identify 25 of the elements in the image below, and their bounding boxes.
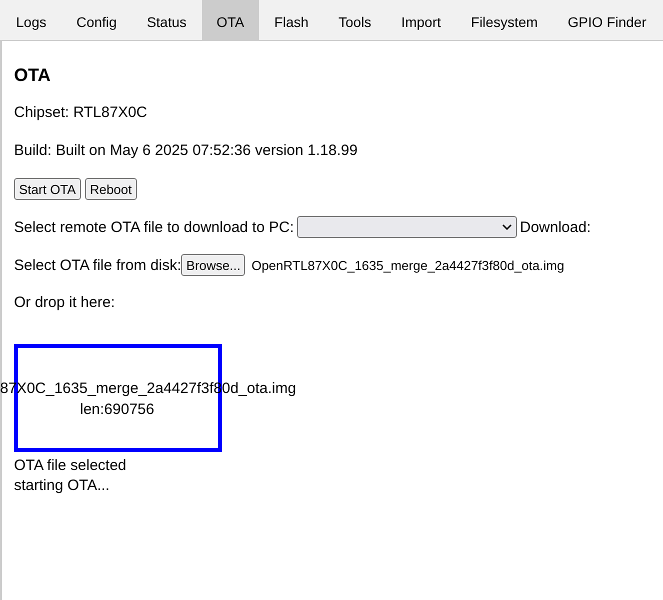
status-line: OTA file selected <box>14 456 128 476</box>
tab[interactable]: Tools <box>324 0 386 40</box>
tab[interactable]: OTA <box>202 0 260 40</box>
drop-file-length: len:690756 <box>80 400 154 420</box>
drop-label: Or drop it here: <box>14 293 116 313</box>
tab[interactable]: Logs <box>1 0 62 40</box>
remote-file-label: Select remote OTA file to download to PC: <box>14 218 294 236</box>
reboot-button[interactable]: Reboot <box>84 178 137 200</box>
page-heading: OTA <box>14 65 52 86</box>
remote-file-dropdown[interactable] <box>296 216 517 238</box>
tab[interactable]: Filesystem <box>456 0 553 40</box>
tab[interactable]: Status <box>132 0 202 40</box>
chipset-text: Chipset: RTL87X0C <box>14 103 148 123</box>
start-ota-button[interactable]: Start OTA <box>14 178 81 200</box>
download-label: Download: <box>520 218 591 236</box>
chevron-down-icon <box>502 224 512 230</box>
build-text: Build: Built on May 6 2025 07:52:36 version 1.18.99 <box>14 141 359 161</box>
status-line: starting OTA... <box>14 476 111 496</box>
selected-file-name: OpenRTL87X0C_1635_merge_2a4427f3f80d_ota.img <box>251 258 564 272</box>
tab[interactable]: Flash <box>259 0 324 40</box>
tab[interactable]: Config <box>61 0 132 40</box>
browse-button[interactable]: Browse... <box>181 254 246 276</box>
tab[interactable]: GPIO Finder <box>552 0 662 40</box>
tab[interactable]: Import <box>386 0 456 40</box>
disk-file-label: Select OTA file from disk: <box>14 256 182 274</box>
